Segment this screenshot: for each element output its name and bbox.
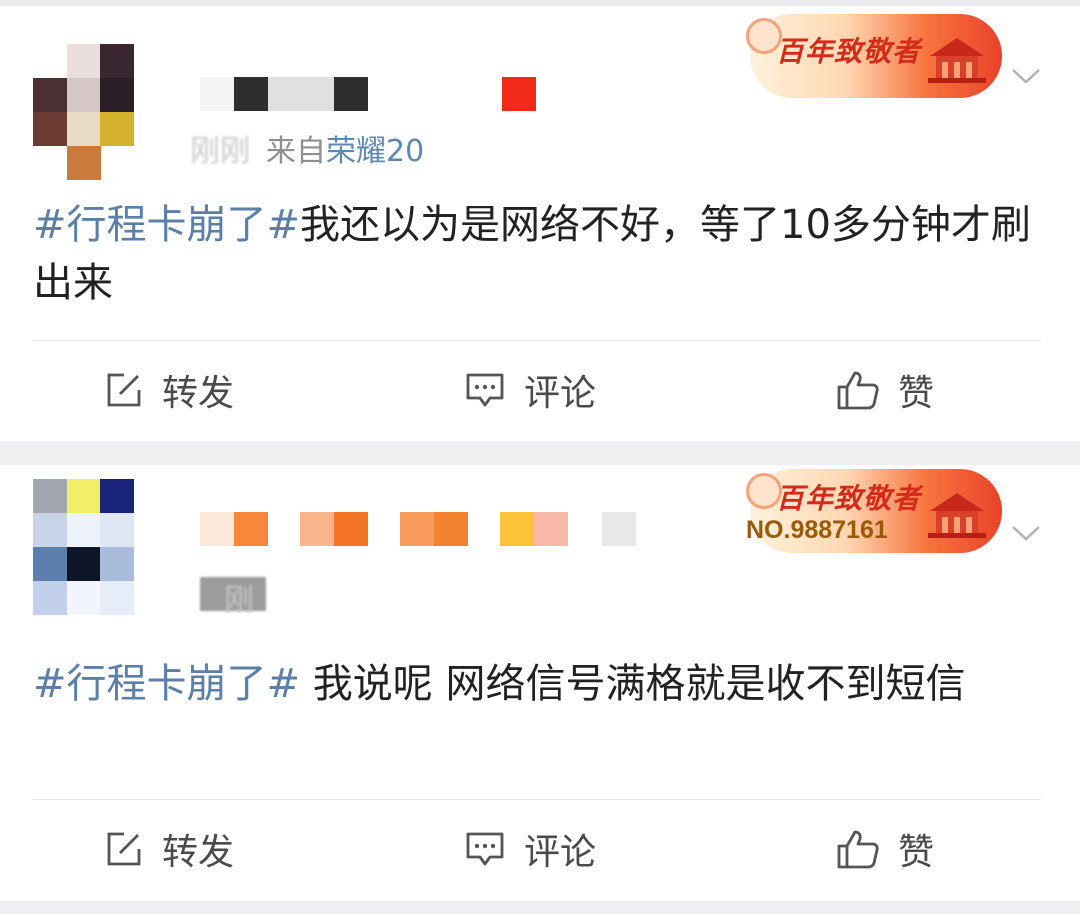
source-device[interactable]: 荣耀20 (326, 134, 424, 169)
divider (33, 799, 1041, 800)
thumbs-up-icon (837, 371, 879, 410)
post-time: 刚刚 (190, 134, 250, 169)
like-label: 赞 (898, 832, 935, 873)
like-button[interactable]: 赞 (836, 825, 934, 873)
repost-label: 转发 (162, 832, 235, 873)
avatar[interactable] (33, 479, 134, 615)
repost-button[interactable]: 转发 (104, 825, 234, 873)
source-prefix: 来自 (266, 134, 326, 169)
comment-button[interactable]: 评论 (464, 366, 596, 414)
repost-label: 转发 (162, 373, 235, 414)
building-icon (928, 493, 986, 538)
username-pixelated[interactable] (200, 77, 540, 111)
badge-number: NO.9887161 (746, 516, 888, 544)
post-content: #行程卡崩了# 我说呢 网络信号满格就是收不到短信 (33, 655, 1033, 713)
building-icon (928, 38, 986, 83)
post-time: 刚 (224, 583, 254, 618)
post-meta: 刚 (190, 575, 266, 618)
edit-icon (107, 373, 141, 407)
like-button[interactable]: 赞 (836, 366, 934, 414)
edit-icon (107, 832, 141, 866)
thumbs-up-icon (837, 830, 879, 869)
comment-icon (466, 832, 504, 866)
chevron-down-icon[interactable] (1010, 523, 1042, 543)
post-meta: 刚刚 来自荣耀20 (190, 126, 424, 170)
post-card[interactable]: 刚 百年致敬者 NO.9887161 #行程卡崩了# 我说呢 网络信号满格就是收… (0, 465, 1080, 901)
comment-label: 评论 (524, 832, 597, 873)
hashtag-link[interactable]: #行程卡崩了# (33, 661, 300, 707)
post-card[interactable]: 刚刚 来自荣耀20 百年致敬者 #行程卡崩了#我还以为是网络不好，等了10多分钟才… (0, 6, 1080, 441)
username-pixelated[interactable] (200, 512, 640, 546)
comment-label: 评论 (524, 373, 597, 414)
medal-badge[interactable]: 百年致敬者 (740, 10, 1002, 102)
medal-badge[interactable]: 百年致敬者 NO.9887161 (740, 465, 1002, 557)
repost-button[interactable]: 转发 (104, 366, 234, 414)
badge-title: 百年致敬者 (776, 35, 922, 68)
badge-title: 百年致敬者 (776, 482, 922, 515)
like-label: 赞 (898, 373, 935, 414)
comment-button[interactable]: 评论 (464, 825, 596, 873)
comment-icon (466, 373, 504, 407)
hashtag-link[interactable]: #行程卡崩了# (33, 202, 300, 248)
post-body: 我说呢 网络信号满格就是收不到短信 (300, 661, 966, 707)
chevron-down-icon[interactable] (1010, 66, 1042, 86)
divider (33, 340, 1041, 341)
avatar[interactable] (33, 44, 134, 180)
post-content: #行程卡崩了#我还以为是网络不好，等了10多分钟才刷出来 (33, 196, 1033, 312)
